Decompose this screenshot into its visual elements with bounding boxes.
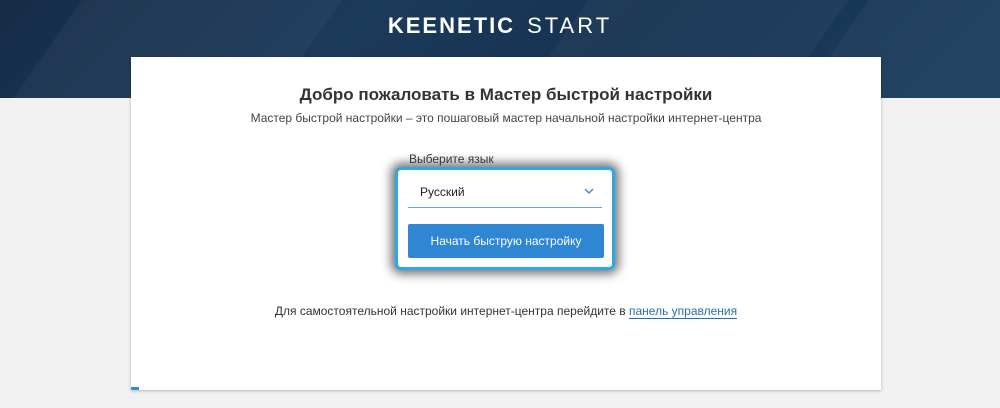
wizard-card: Добро пожаловать в Мастер быстрой настро… [131,57,881,390]
page-subtitle: Мастер быстрой настройки – это пошаговый… [250,111,762,125]
logo-product: START [527,13,613,38]
footer-note: Для самостоятельной настройки интернет-ц… [131,304,881,319]
card-accent-mark [131,387,139,390]
language-select-value: Русский [420,185,465,199]
language-label: Выберите язык [409,152,494,166]
logo-brand: KEENETIC [387,13,516,38]
chevron-down-icon [584,188,594,194]
page-title: Добро пожаловать в Мастер быстрой настро… [299,85,713,104]
footer-note-text: Для самостоятельной настройки интернет-ц… [274,304,626,318]
start-quick-setup-button[interactable]: Начать быструю настройку [408,224,604,258]
language-select[interactable]: Русский [408,177,602,208]
keenetic-start-logo: KEENETIC START [0,14,1000,38]
control-panel-link[interactable]: панель управления [629,304,738,319]
